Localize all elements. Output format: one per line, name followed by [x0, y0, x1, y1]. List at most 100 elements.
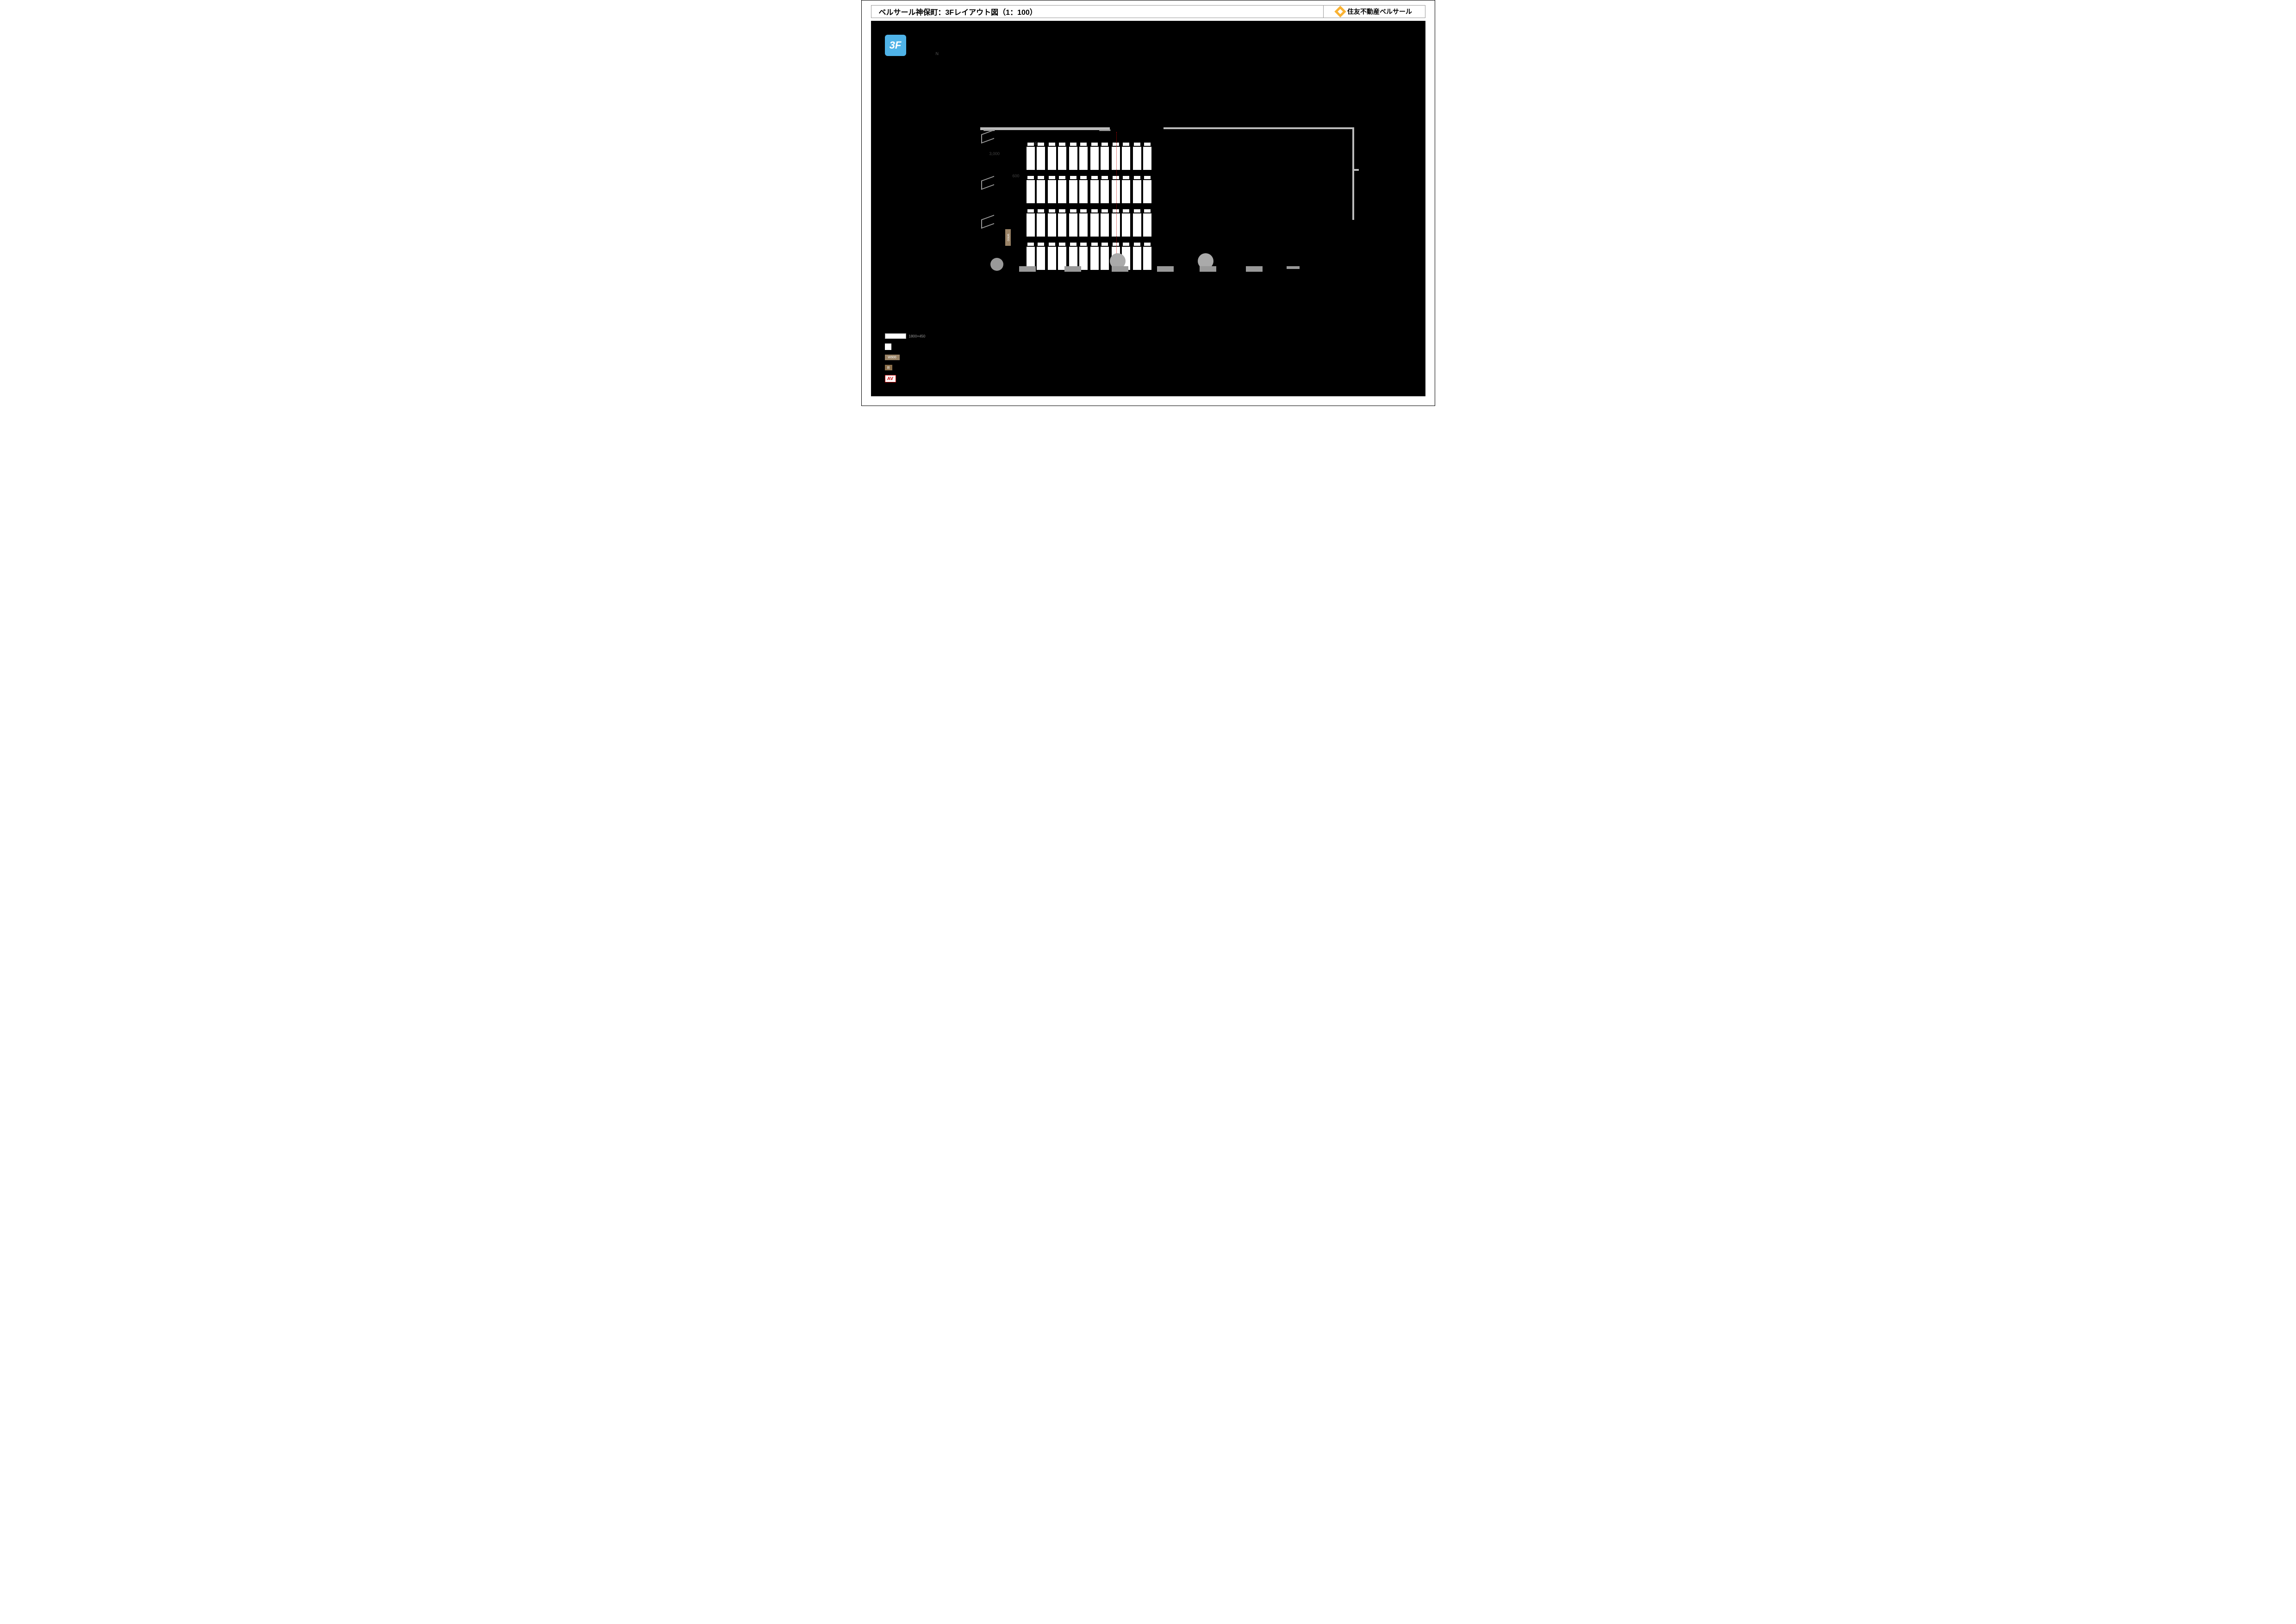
seat [1058, 180, 1066, 203]
seat-pair [1027, 213, 1045, 237]
seat [1143, 147, 1151, 170]
brand-text: 住友不動産ベルサール [1347, 7, 1412, 16]
seat [1069, 180, 1077, 203]
seat [1090, 213, 1099, 237]
desk-icon [885, 333, 906, 339]
wall-segment [1164, 127, 1353, 129]
legend: 1800×450 W900 問 AV [885, 333, 926, 382]
seat-pair [1112, 180, 1130, 203]
seat-pair [1048, 213, 1066, 237]
seat [1058, 213, 1066, 237]
seat [1037, 213, 1045, 237]
seat [1048, 147, 1056, 170]
seat [1101, 180, 1109, 203]
seat [1037, 247, 1045, 270]
seat [1122, 180, 1130, 203]
legend-item-counter: 問 [885, 365, 926, 370]
page: ベルサール神保町：3Fレイアウト図（1：100） 住友不動産ベルサール 3F N… [861, 0, 1435, 406]
seat [1133, 247, 1141, 270]
seat [1079, 147, 1088, 170]
pillar-rect [1064, 266, 1081, 272]
seat-pair [1112, 147, 1130, 170]
legend-item-w900: W900 [885, 355, 926, 360]
seat [1101, 147, 1109, 170]
seat-row [1027, 213, 1151, 237]
legend-item-chair [885, 344, 926, 350]
pillar-rect [1246, 266, 1263, 272]
door-icon [1095, 130, 1110, 138]
legend-desk-label: 1800×450 [909, 334, 926, 338]
dimension-label: 3,000 [989, 151, 1000, 156]
pillar-rect [1287, 266, 1300, 269]
seat [1069, 213, 1077, 237]
seat [1143, 247, 1151, 270]
seat [1122, 213, 1130, 237]
compass-icon: N [936, 51, 939, 56]
dimension-label: 600 [1013, 174, 1020, 178]
seat-pair [1133, 180, 1151, 203]
pillar-rect [1200, 266, 1216, 272]
seat-row [1027, 147, 1151, 170]
seat [1112, 213, 1120, 237]
wall-segment [980, 127, 1110, 130]
pillar-round [990, 258, 1003, 271]
seat [1069, 147, 1077, 170]
seat-pair [1133, 247, 1151, 270]
seat [1090, 147, 1099, 170]
legend-item-av: AV [885, 375, 926, 382]
seat-pair [1090, 247, 1109, 270]
seat [1143, 180, 1151, 203]
door-icon [981, 215, 994, 229]
seat-pair [1090, 213, 1109, 237]
seat-pair [1133, 147, 1151, 170]
header: ベルサール神保町：3Fレイアウト図（1：100） 住友不動産ベルサール [871, 5, 1425, 18]
floor-badge: 3F [885, 35, 906, 56]
seat [1122, 147, 1130, 170]
seat-pair [1048, 147, 1066, 170]
partition-line [1116, 132, 1117, 256]
seat-pair [1069, 147, 1088, 170]
floorplan-canvas: 3F N 3,000 650 600 W900 1800×450 [871, 21, 1425, 396]
w900-icon: W900 [885, 355, 900, 360]
seat [1112, 147, 1120, 170]
seat [1058, 147, 1066, 170]
seat [1048, 180, 1056, 203]
seat [1079, 213, 1088, 237]
seat-pair [1069, 180, 1088, 203]
wall-notch [1352, 169, 1359, 171]
wall-segment [1352, 127, 1354, 220]
seat [1090, 247, 1099, 270]
seat-pair [1112, 213, 1130, 237]
seat-pair [1048, 180, 1066, 203]
seat [1037, 147, 1045, 170]
pillar-rect [1157, 266, 1174, 272]
seat-pair [1090, 147, 1109, 170]
equipment-w900: W900 [1005, 229, 1011, 246]
seat [1027, 180, 1035, 203]
seat [1133, 147, 1141, 170]
seat [1037, 180, 1045, 203]
seat [1090, 180, 1099, 203]
pillar-rect [1019, 266, 1036, 272]
brand-logo-icon [1334, 6, 1346, 17]
seat [1101, 247, 1109, 270]
legend-item-desk: 1800×450 [885, 333, 926, 339]
pillar-rect [1112, 266, 1128, 272]
door-icon [981, 176, 994, 190]
brand-box: 住友不動産ベルサール [1324, 5, 1425, 18]
seat-pair [1027, 180, 1045, 203]
seat [1048, 213, 1056, 237]
seat-pair [1133, 213, 1151, 237]
seat-pair [1069, 213, 1088, 237]
seating-area [1027, 147, 1151, 270]
seat [1101, 213, 1109, 237]
seat [1112, 180, 1120, 203]
page-title: ベルサール神保町：3Fレイアウト図（1：100） [871, 5, 1324, 18]
seat [1133, 180, 1141, 203]
seat [1143, 213, 1151, 237]
seat [1027, 147, 1035, 170]
seat [1048, 247, 1056, 270]
seat-pair [1090, 180, 1109, 203]
av-icon: AV [885, 375, 896, 382]
seat-row [1027, 180, 1151, 203]
